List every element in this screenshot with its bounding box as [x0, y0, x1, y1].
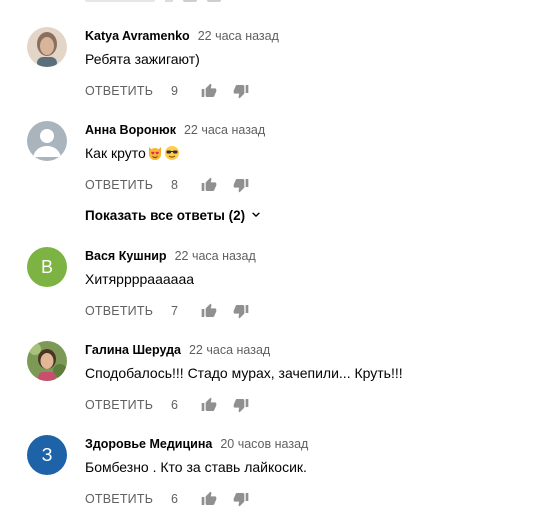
- cat-heart-eyes-emoji: [148, 147, 161, 160]
- comment-time[interactable]: 22 часа назад: [175, 247, 256, 265]
- like-count: 7: [171, 304, 178, 318]
- avatar-photo-icon: [27, 341, 67, 381]
- thumbs-up-icon[interactable]: [201, 81, 233, 101]
- thumbs-up-icon[interactable]: [201, 175, 233, 195]
- thumbs-down-icon[interactable]: [233, 489, 265, 509]
- reply-button[interactable]: ОТВЕТИТЬ: [85, 178, 171, 192]
- previous-thumbs-up-icon: [183, 0, 197, 2]
- previous-comment-actions-sliver: [0, 0, 557, 16]
- comment-text: Ребята зажигают): [85, 51, 200, 67]
- author-name[interactable]: Здоровье Медицина: [85, 435, 212, 453]
- reply-button[interactable]: ОТВЕТИТЬ: [85, 492, 171, 506]
- comment-text: Сподобалось!!! Стадо мурах, зачепили... …: [85, 365, 403, 381]
- thumbs-up-icon[interactable]: [201, 395, 233, 415]
- chevron-down-icon: [252, 212, 260, 217]
- reply-button[interactable]: ОТВЕТИТЬ: [85, 84, 171, 98]
- like-count: 8: [171, 178, 178, 192]
- default-user-icon: [27, 121, 67, 161]
- previous-like-count-fragment: [165, 0, 173, 2]
- thumbs-down-icon[interactable]: [233, 395, 265, 415]
- author-name[interactable]: Анна Воронюк: [85, 121, 176, 139]
- avatar[interactable]: [27, 341, 67, 381]
- comment-time[interactable]: 22 часа назад: [189, 341, 270, 359]
- author-name[interactable]: Галина Шеруда: [85, 341, 181, 359]
- thumbs-up-icon[interactable]: [201, 301, 233, 321]
- reply-button[interactable]: ОТВЕТИТЬ: [85, 398, 171, 412]
- author-name[interactable]: Katya Avramenko: [85, 27, 190, 45]
- comment-text: Хитяррррааааaa: [85, 271, 195, 287]
- avatar-letter: В: [40, 256, 53, 277]
- like-count: 6: [171, 492, 178, 506]
- avatar[interactable]: [27, 27, 67, 67]
- avatar-photo-icon: [27, 27, 67, 67]
- avatar[interactable]: З: [27, 435, 67, 475]
- comment-time[interactable]: 22 часа назад: [184, 121, 265, 139]
- author-name[interactable]: Вася Кушнир: [85, 247, 167, 265]
- thumbs-down-icon[interactable]: [233, 81, 265, 101]
- avatar[interactable]: [27, 121, 67, 161]
- previous-thumbs-down-icon: [207, 0, 221, 2]
- like-count: 6: [171, 398, 178, 412]
- comment-time[interactable]: 22 часа назад: [198, 27, 279, 45]
- thumbs-up-icon[interactable]: [201, 489, 233, 509]
- comment-text: Как круто: [85, 145, 146, 161]
- previous-reply-button-fragment: [85, 0, 155, 2]
- thumbs-down-icon[interactable]: [233, 175, 265, 195]
- sunglasses-emoji: [164, 146, 179, 160]
- show-replies-label: Показать все ответы (2): [85, 207, 246, 223]
- thumbs-down-icon[interactable]: [233, 301, 265, 321]
- avatar-letter: З: [41, 444, 53, 465]
- like-count: 9: [171, 84, 178, 98]
- reply-button[interactable]: ОТВЕТИТЬ: [85, 304, 171, 318]
- comment-time[interactable]: 20 часов назад: [220, 435, 308, 453]
- avatar[interactable]: В: [27, 247, 67, 287]
- comment-text-container: Как круто: [85, 143, 547, 163]
- previous-comment-actions: [85, 0, 221, 2]
- show-replies-button[interactable]: Показать все ответы (2): [85, 205, 547, 225]
- comment-text: Бомбезно . Кто за ставь лайкосик.: [85, 459, 307, 475]
